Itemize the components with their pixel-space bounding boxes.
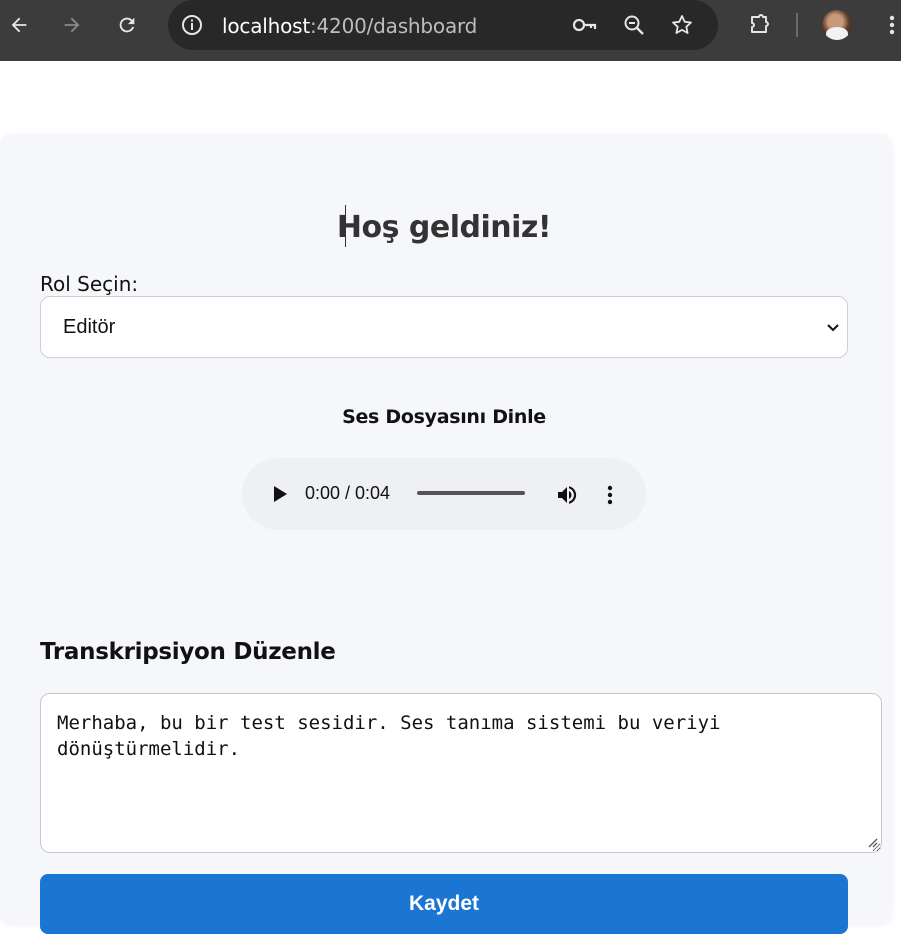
key-icon[interactable] bbox=[568, 9, 600, 41]
audio-player[interactable]: 0:00 / 0:04 bbox=[242, 458, 646, 530]
page-title: Hoş geldiniz! bbox=[336, 210, 552, 245]
resize-handle-icon[interactable] bbox=[866, 836, 878, 848]
avatar[interactable] bbox=[822, 10, 852, 40]
site-info-icon[interactable] bbox=[176, 9, 208, 41]
puzzle-icon[interactable] bbox=[743, 9, 775, 41]
url-path: :4200/dashboard bbox=[309, 14, 478, 38]
role-select-value: Editör bbox=[63, 316, 116, 338]
transcription-heading: Transkripsiyon Düzenle bbox=[40, 639, 336, 665]
url-host: localhost bbox=[222, 14, 310, 38]
reload-icon[interactable] bbox=[111, 9, 143, 41]
role-label: Rol Seçin: bbox=[40, 272, 139, 296]
chevron-down-icon bbox=[827, 324, 839, 332]
play-icon[interactable] bbox=[266, 480, 294, 508]
more-options-icon[interactable] bbox=[598, 480, 622, 510]
zoom-icon[interactable] bbox=[618, 9, 650, 41]
save-button[interactable]: Kaydet bbox=[40, 874, 848, 934]
browser-toolbar: localhost:4200/dashboard bbox=[0, 0, 901, 61]
kebab-menu-icon[interactable] bbox=[876, 9, 901, 41]
address-bar[interactable]: localhost:4200/dashboard bbox=[168, 0, 718, 50]
transcription-textarea[interactable]: Merhaba, bu bir test sesidir. Ses tanıma… bbox=[40, 693, 882, 853]
page-content: Hoş geldiniz! Rol Seçin: Editör Ses Dosy… bbox=[0, 61, 901, 934]
audio-seek-bar[interactable] bbox=[417, 491, 525, 495]
back-arrow-icon[interactable] bbox=[3, 9, 35, 41]
volume-icon[interactable] bbox=[552, 480, 582, 510]
url-text[interactable]: localhost:4200/dashboard bbox=[222, 14, 477, 38]
audio-time: 0:00 / 0:04 bbox=[305, 483, 391, 503]
audio-heading: Ses Dosyasını Dinle bbox=[342, 406, 546, 428]
role-select[interactable]: Editör bbox=[40, 296, 848, 358]
toolbar-divider bbox=[796, 13, 798, 37]
dashboard-card: Hoş geldiniz! Rol Seçin: Editör Ses Dosy… bbox=[0, 135, 892, 934]
star-icon[interactable] bbox=[666, 9, 698, 41]
forward-arrow-icon[interactable] bbox=[56, 9, 88, 41]
